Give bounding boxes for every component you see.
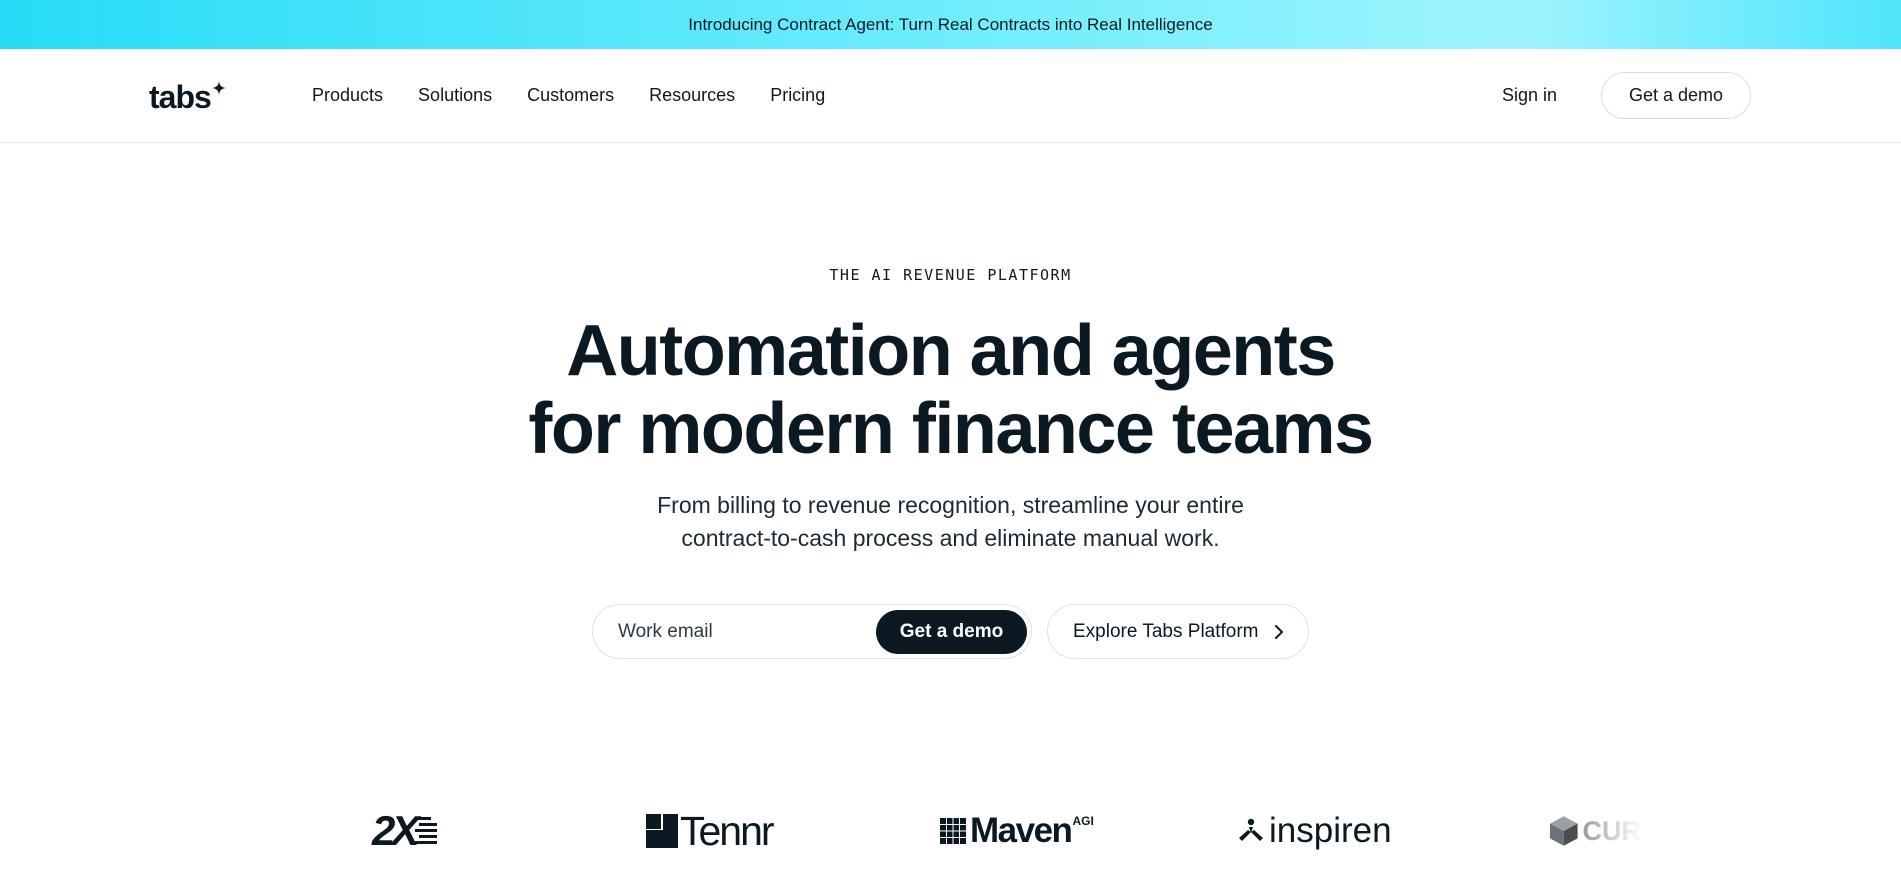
maven-grid-icon: [940, 818, 966, 844]
sparkle-icon: [211, 81, 226, 95]
logo-maven-suffix: AGI: [1072, 814, 1094, 828]
nav-products[interactable]: Products: [312, 81, 383, 109]
logo-inspiren-text: inspiren: [1269, 811, 1392, 850]
sign-in-link[interactable]: Sign in: [1502, 81, 1557, 109]
demo-email-form: Get a demo: [592, 604, 1032, 659]
speed-lines-icon: [415, 817, 438, 844]
subhead-line-2: contract-to-cash process and eliminate m…: [681, 525, 1220, 551]
get-demo-submit-button[interactable]: Get a demo: [876, 610, 1027, 654]
tennr-logo: Tennr: [646, 807, 775, 854]
logo-tennr-text: Tennr: [680, 807, 775, 854]
nav-customers[interactable]: Customers: [527, 81, 614, 109]
nav-resources[interactable]: Resources: [649, 81, 735, 109]
inspiren-logo: inspiren: [1239, 808, 1392, 854]
tabs-logo[interactable]: tabs: [149, 77, 239, 117]
cube-icon: [1549, 816, 1578, 846]
nav-solutions[interactable]: Solutions: [418, 81, 492, 109]
headline-line-1: Automation and agents: [566, 311, 1336, 391]
announcement-text: Introducing Contract Agent: Turn Real Co…: [688, 14, 1213, 34]
hero-subhead: From billing to revenue recognition, str…: [0, 489, 1901, 555]
maven-logo: Maven AGI: [940, 808, 1094, 854]
logo-2x-text: 2X: [372, 807, 419, 854]
explore-platform-button[interactable]: Explore Tabs Platform: [1047, 604, 1309, 659]
chevron-right-icon: [1275, 625, 1283, 639]
tennr-mark-icon: [646, 814, 678, 848]
headline-line-2: for modern finance teams: [528, 389, 1374, 469]
hero-headline: Automation and agents for modern finance…: [0, 312, 1901, 468]
inspiren-mark-icon: [1239, 818, 1263, 841]
logo-cur-text: CUR: [1582, 815, 1642, 846]
logo-maven-text: Maven: [970, 811, 1073, 850]
logo-wordmark: tabs: [149, 79, 212, 115]
top-navigation: tabs Products Solutions Customers Resour…: [0, 49, 1901, 143]
announcement-bar[interactable]: Introducing Contract Agent: Turn Real Co…: [0, 0, 1901, 49]
hero-eyebrow: THE AI REVENUE PLATFORM: [829, 266, 1072, 284]
nav-pricing[interactable]: Pricing: [770, 81, 825, 109]
2x-logo: 2X: [372, 807, 439, 854]
explore-button-label: Explore Tabs Platform: [1073, 620, 1259, 642]
customer-logos: 2X Tennr Maven AGI inspiren CUR: [0, 800, 1901, 860]
cube-logo: CUR: [1549, 808, 1641, 854]
get-demo-header-button[interactable]: Get a demo: [1601, 72, 1751, 119]
work-email-input[interactable]: [618, 619, 868, 645]
nav-links: Products Solutions Customers Resources P…: [312, 81, 825, 109]
subhead-line-1: From billing to revenue recognition, str…: [657, 492, 1244, 518]
